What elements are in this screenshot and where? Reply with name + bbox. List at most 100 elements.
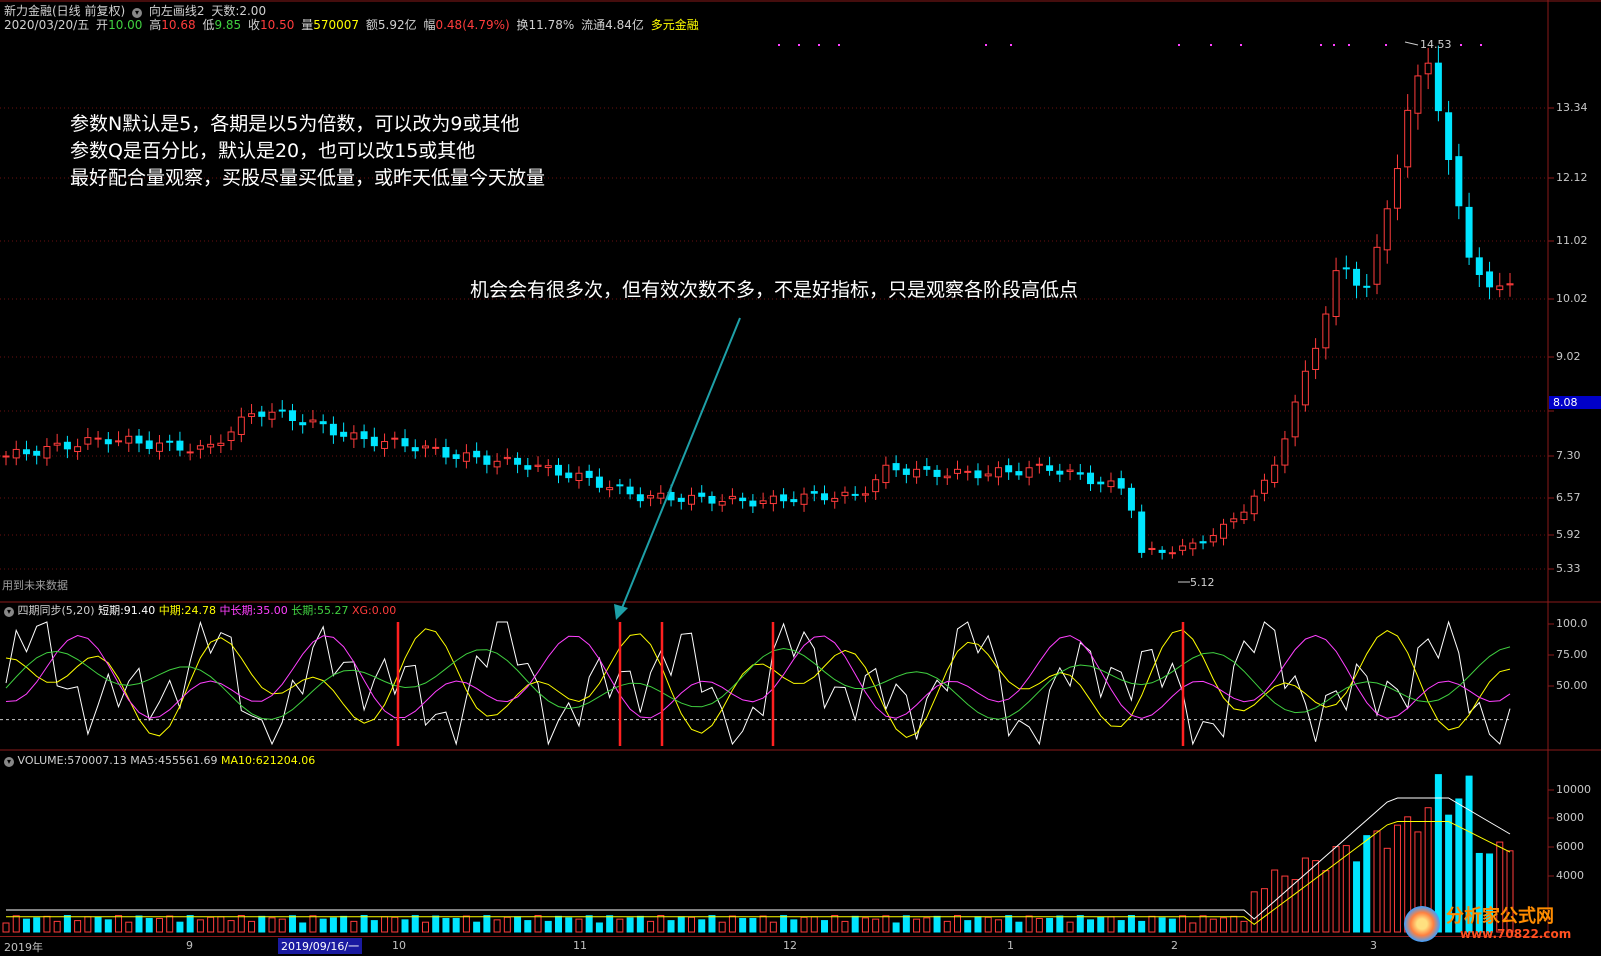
high-value: 10.68 bbox=[161, 18, 196, 32]
volume-bar bbox=[43, 915, 51, 933]
candle-body bbox=[248, 413, 256, 417]
candle-body bbox=[1087, 472, 1095, 485]
volume-bar bbox=[514, 916, 522, 933]
candle-body bbox=[933, 469, 941, 477]
volume-bar bbox=[821, 920, 829, 933]
candle-body bbox=[401, 438, 409, 447]
volume-bar bbox=[278, 918, 286, 933]
volume-bar bbox=[299, 922, 307, 933]
candle-body bbox=[841, 491, 849, 497]
open-label: 开 bbox=[96, 18, 109, 32]
volume-bar bbox=[176, 921, 184, 933]
indicator-line bbox=[5, 628, 1511, 738]
signal-dot bbox=[1178, 44, 1180, 46]
volume-bar bbox=[524, 920, 532, 933]
close-label: 收 bbox=[248, 18, 261, 32]
time-label: 3 bbox=[1370, 939, 1377, 952]
volume-bar bbox=[309, 915, 317, 933]
candle-body bbox=[1475, 257, 1483, 275]
candle-body bbox=[1373, 246, 1381, 285]
volume-bar bbox=[1353, 861, 1361, 933]
candle-body bbox=[145, 440, 153, 449]
candle-body bbox=[1015, 471, 1023, 476]
volume-bar bbox=[780, 915, 788, 933]
candle-body bbox=[1486, 271, 1494, 288]
candle-body bbox=[1291, 401, 1299, 438]
chevron-down-icon[interactable]: ▾ bbox=[4, 757, 14, 767]
candle-body bbox=[1393, 168, 1401, 209]
open-value: 10.00 bbox=[108, 18, 143, 32]
ma10-label: MA10: bbox=[221, 754, 256, 767]
volume-name[interactable]: VOLUME: bbox=[18, 754, 68, 767]
time-cursor-label: 2019/09/16/一 bbox=[278, 938, 363, 954]
volume-bar bbox=[411, 915, 419, 933]
candle-body bbox=[1199, 541, 1207, 544]
future-data-note: 用到未来数据 bbox=[2, 579, 68, 592]
volume-bar bbox=[1220, 917, 1228, 933]
candle-body bbox=[360, 431, 368, 440]
volume-bar bbox=[1209, 918, 1217, 933]
volume-bar bbox=[22, 918, 30, 933]
indicator-line bbox=[5, 634, 1511, 719]
volume-bar bbox=[391, 916, 399, 933]
candle-body bbox=[1332, 270, 1340, 318]
candle-body bbox=[872, 479, 880, 493]
candle-body bbox=[258, 411, 266, 417]
volume-bar bbox=[1342, 845, 1350, 933]
volume-bar bbox=[268, 917, 276, 933]
xg-label: XG: bbox=[351, 604, 372, 617]
volume-bar bbox=[769, 921, 777, 933]
candle-body bbox=[462, 452, 470, 462]
candle-body bbox=[831, 497, 839, 502]
volume-bar bbox=[1301, 857, 1309, 933]
chg-value: 0.48(4.79%) bbox=[435, 18, 510, 32]
candle-body bbox=[657, 492, 665, 499]
candle-body bbox=[636, 494, 644, 502]
candle-body bbox=[1107, 480, 1115, 488]
concept-tag[interactable]: 多元金融 bbox=[651, 18, 699, 32]
candle-body bbox=[1066, 469, 1074, 472]
days-value: 2.00 bbox=[239, 4, 267, 18]
candle-body bbox=[1312, 347, 1320, 370]
time-label: 9 bbox=[186, 939, 193, 952]
volume-bar bbox=[1383, 847, 1391, 933]
candle-body bbox=[442, 447, 450, 458]
days-label: 天数: bbox=[211, 4, 240, 18]
volume-bar bbox=[1199, 915, 1207, 933]
candle-body bbox=[22, 449, 30, 455]
watermark-name: 分析家公式网 bbox=[1446, 906, 1554, 927]
candle-body bbox=[155, 442, 163, 452]
vol-value: 570007 bbox=[313, 18, 360, 32]
price-tick: 9.02 bbox=[1556, 350, 1581, 363]
candle-body bbox=[1117, 478, 1125, 489]
chg-label: 幅 bbox=[423, 18, 436, 32]
volume-bar bbox=[1230, 915, 1238, 933]
candle-body bbox=[1209, 535, 1217, 543]
volume-bar bbox=[595, 922, 603, 933]
candle-body bbox=[606, 487, 614, 491]
indicator-name[interactable]: 四期同步(5,20) bbox=[18, 604, 95, 617]
volume-bar bbox=[125, 921, 133, 933]
volume-bar bbox=[115, 915, 123, 933]
candle-body bbox=[882, 464, 890, 484]
signal-dot bbox=[1320, 44, 1322, 46]
candle-body bbox=[1179, 545, 1187, 551]
date-value: 2020/03/20/五 bbox=[4, 18, 90, 32]
candle-body bbox=[1322, 313, 1330, 349]
volume-bar bbox=[94, 916, 102, 933]
mid-label: 中期: bbox=[158, 604, 185, 617]
chevron-down-icon[interactable]: ▾ bbox=[4, 607, 14, 617]
volume-bar bbox=[1281, 875, 1289, 933]
volume-bar bbox=[12, 915, 20, 933]
indicator-tick: 100.0 bbox=[1556, 617, 1588, 630]
arrow-head-icon bbox=[614, 604, 628, 620]
candle-body bbox=[964, 470, 972, 473]
volume-bar bbox=[861, 917, 869, 933]
candle-body bbox=[800, 493, 808, 505]
candle-body bbox=[534, 464, 542, 467]
candle-body bbox=[1455, 156, 1463, 207]
volume-tick: 8000 bbox=[1556, 811, 1584, 824]
volume-bar bbox=[882, 915, 890, 933]
float-value: 4.84亿 bbox=[605, 18, 644, 32]
candle-body bbox=[677, 497, 685, 502]
